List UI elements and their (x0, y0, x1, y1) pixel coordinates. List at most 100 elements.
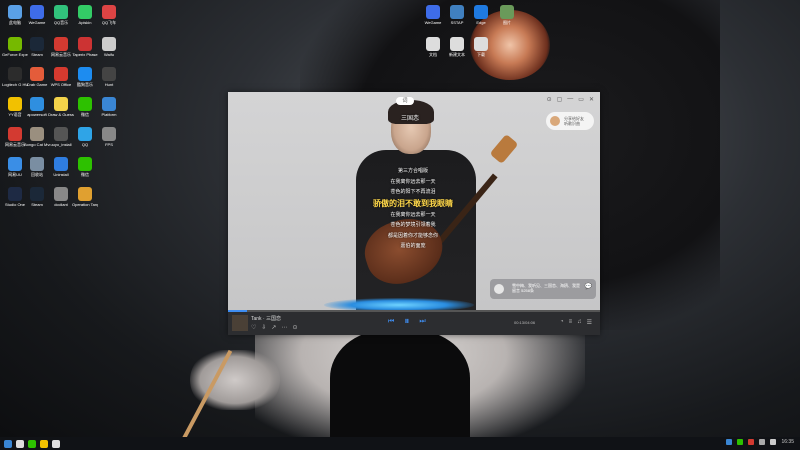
app-icon (8, 97, 22, 111)
download-icon[interactable]: ⇩ (261, 324, 266, 331)
desktop-icon-label: Edge (476, 20, 486, 25)
desktop-icon-label: 酷狗音乐 (77, 82, 93, 87)
desktop-icon[interactable]: Apiskin (72, 4, 98, 36)
tray-time[interactable]: 16:35 (781, 439, 794, 445)
window-control-1[interactable]: ▢ (557, 96, 563, 103)
taskbar-app-icon[interactable] (40, 439, 48, 448)
volume-icon[interactable] (770, 439, 777, 445)
close-button[interactable]: ✕ (589, 96, 594, 103)
desktop-icon[interactable]: WPS Office (48, 66, 74, 98)
lyric-line[interactable]: 在我离你远去那一天 (358, 210, 468, 221)
lyric-line[interactable]: 在我离你远去那一天 (358, 177, 468, 188)
pause-icon[interactable]: ⏸ (404, 316, 409, 327)
app-icon (78, 97, 92, 111)
desktop-icon-label: 下载 (477, 52, 485, 57)
search-icon[interactable] (16, 439, 24, 448)
lyric-line[interactable]: 苍色的梦境引领着我 (358, 220, 468, 231)
desktop-icon-label: QQ音乐 (53, 20, 69, 25)
desktop-icon[interactable]: dccliant (48, 186, 74, 218)
comment-icon[interactable]: ⊙ (292, 324, 297, 331)
desktop-icon-label: FPS (105, 142, 113, 147)
desktop-icon[interactable]: Uninstall (48, 156, 74, 188)
player-control-bar: Tank · 三国恋 ♡ ⇩ ↗ ⋯ ⊙ ⏮ ⏸ ⏭ 00:13/04:06 ◔… (228, 312, 600, 335)
lyrics-icon[interactable]: ≡ (569, 319, 573, 326)
desktop-icon-label: QQ飞车 (101, 20, 117, 25)
app-icon (30, 157, 44, 171)
tray-icon[interactable] (726, 439, 733, 445)
desktop-icon[interactable]: Taperix Phase (72, 36, 98, 68)
lyric-line[interactable]: 嘉伯的面庞 (358, 241, 468, 252)
taskbar-app-icon[interactable] (52, 439, 60, 448)
desktop-icon[interactable]: Edge (468, 4, 494, 36)
playback-controls: ⏮ ⏸ ⏭ (388, 316, 426, 327)
desktop-icon[interactable]: Draw & Guess (48, 96, 74, 128)
taskbar: 16:35 (0, 437, 800, 450)
current-lyric-line[interactable]: 骄傲的泪不敢到我眼睛 (358, 198, 468, 210)
desktop-icon[interactable]: 微信 (72, 96, 98, 128)
desktop-icon[interactable]: QQ音乐 (48, 4, 74, 36)
wallpaper-dress (330, 330, 470, 450)
music-player-window[interactable]: 词 ⊙ ▢ — ▭ ✕ 三国恋 分享给好友 听歌识曲 第三方合唱版 在我离你远去那… (228, 92, 600, 335)
comment-icon[interactable]: 💬 (585, 284, 592, 290)
desktop-icon[interactable]: QQ (72, 126, 98, 158)
lyric-line[interactable]: 苍色的阳下不再流泪 (358, 187, 468, 198)
desktop-icon-label: Uninstall (53, 172, 69, 177)
share-chip[interactable]: 分享给好友 听歌识曲 (546, 112, 594, 130)
desktop-icon[interactable]: 文档 (420, 36, 446, 68)
desktop-icon-label: Taperix Phase (72, 52, 98, 57)
comment-chip[interactable]: 雪中梅、我听见、三国恋、海鸥、我是 留言 5258条 💬 (490, 279, 596, 299)
mode-icon[interactable]: ◔ (560, 319, 564, 326)
desktop-icon[interactable]: Waifu (96, 36, 122, 68)
next-icon[interactable]: ⏭ (419, 318, 425, 326)
app-icon (78, 187, 92, 201)
desktop-icon[interactable]: WeGame (420, 4, 446, 36)
window-control-2[interactable]: — (567, 96, 573, 103)
desktop-icon[interactable]: uuyo_install (48, 126, 74, 158)
song-title: 三国恋 (401, 116, 420, 122)
desktop-icon[interactable]: 图片 (494, 4, 520, 36)
desktop-icon[interactable]: 下载 (468, 36, 494, 68)
desktop-icon-label: Waifu (103, 52, 115, 57)
start-icon[interactable] (4, 439, 12, 448)
window-control-0[interactable]: ⊙ (547, 96, 552, 103)
desktop-icon[interactable]: 新建文本 (444, 36, 470, 68)
desktop-icon[interactable]: Crab Game (24, 66, 50, 98)
desktop-icon[interactable]: SSTAP (444, 4, 470, 36)
lyric-line[interactable]: 都是因着你才能够念你 (358, 231, 468, 242)
desktop-icon[interactable]: Operation Tango (72, 186, 98, 218)
taskbar-app-icon[interactable] (28, 439, 36, 448)
desktop-icon[interactable]: 酷狗音乐 (72, 66, 98, 98)
desktop-icon[interactable]: Bongo Cat Mver (24, 126, 50, 158)
desktop-icon[interactable]: 微信 (72, 156, 98, 188)
playlist-icon[interactable]: ☰ (587, 319, 592, 326)
desktop-icon[interactable]: WeGame (24, 4, 50, 36)
desktop-icon[interactable]: QQ飞车 (96, 4, 122, 36)
desktop-icon[interactable]: 网易云音乐 (48, 36, 74, 68)
desktop-icon[interactable]: apowersoft (24, 96, 50, 128)
player-right-tools: ◔ ≡ ♫ ☰ (560, 319, 592, 326)
desktop-icon[interactable]: Steam (24, 36, 50, 68)
more-icon[interactable]: ⋯ (281, 324, 287, 331)
desktop-icon[interactable]: Steam (24, 186, 50, 218)
sound-effect-icon[interactable]: ♫ (577, 319, 582, 326)
window-control-3[interactable]: ▭ (578, 96, 584, 103)
desktop-icon[interactable]: FPS (96, 126, 122, 158)
previous-icon[interactable]: ⏮ (388, 318, 394, 326)
desktop-icon[interactable]: Platform (96, 96, 122, 128)
share-icon[interactable]: ↗ (271, 324, 276, 331)
comment-chip-line2: 留言 5258条 (512, 288, 535, 293)
desktop-icon-label: WeGame (28, 20, 46, 25)
desktop-icon-label: Hunt (104, 82, 114, 87)
app-icon (30, 67, 44, 81)
desktop-icon[interactable]: 回收站 (24, 156, 50, 188)
app-icon (8, 187, 22, 201)
tray-icon[interactable] (759, 439, 766, 445)
lyric-line[interactable]: 第三方合唱版 (358, 166, 468, 177)
tray-icon[interactable] (748, 439, 755, 445)
lyric-toggle-button[interactable]: 词 (396, 97, 414, 105)
tray-icon[interactable] (737, 439, 744, 445)
desktop-icon[interactable]: Hunt (96, 66, 122, 98)
like-icon[interactable]: ♡ (251, 324, 256, 331)
album-cover[interactable] (232, 315, 248, 331)
track-name[interactable]: Tank · 三国恋 (251, 315, 281, 322)
